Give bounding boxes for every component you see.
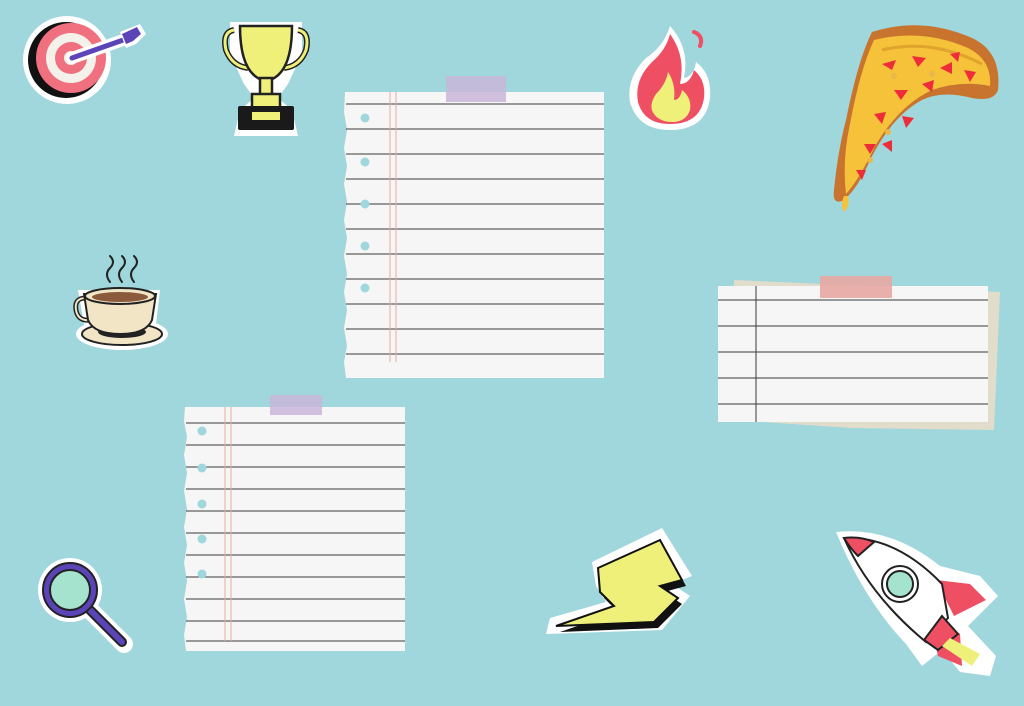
lightning-bolt-icon — [546, 528, 692, 634]
coffee-cup-icon — [73, 255, 168, 350]
notebook-paper-right — [718, 276, 1000, 430]
trophy-icon — [222, 22, 310, 136]
flame-icon — [629, 26, 711, 130]
target-dart-icon — [23, 16, 146, 104]
notebook-paper-center — [344, 76, 604, 378]
magnifier-icon — [38, 558, 133, 653]
pizza-slice-icon — [833, 25, 999, 212]
rocket-icon — [836, 531, 998, 676]
notebook-paper-bottom-left — [184, 395, 405, 651]
